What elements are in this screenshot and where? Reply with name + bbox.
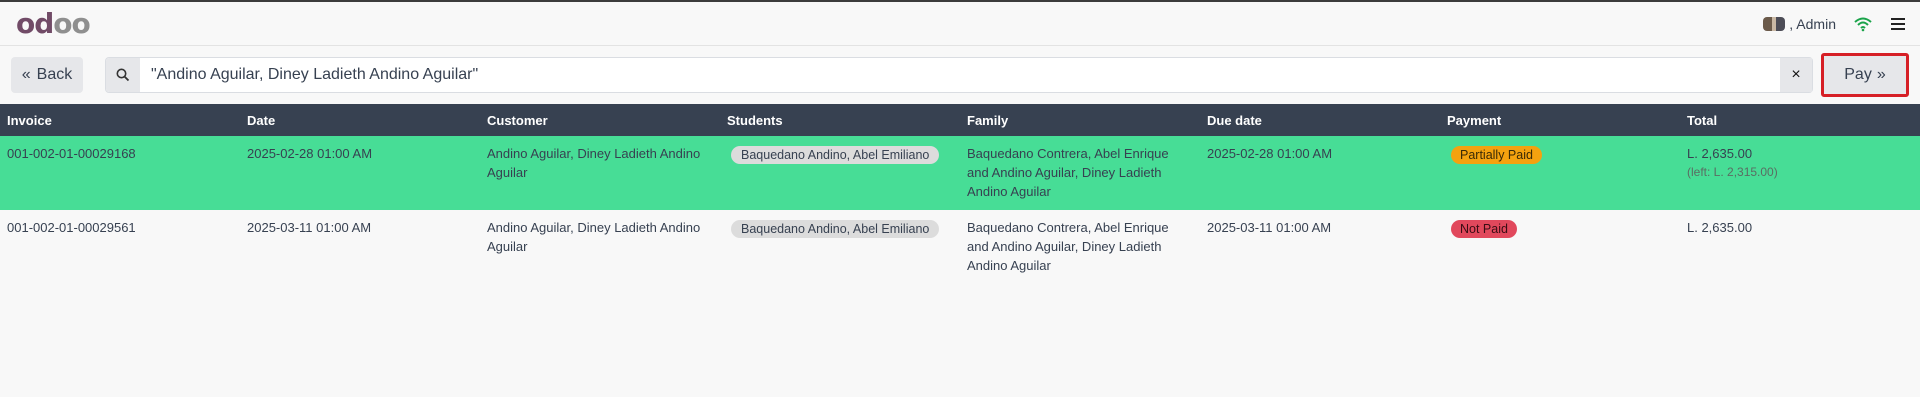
search-input[interactable]: "Andino Aguilar, Diney Ladieth Andino Ag… [140,66,1780,84]
student-tag: Baquedano Andino, Abel Emiliano [731,220,940,238]
col-invoice[interactable]: Invoice [0,104,240,136]
amount-left: (left: L. 2,315.00) [1687,165,1778,179]
total-cell: L. 2,635.00 [1680,210,1920,283]
payment-cell: Partially Paid [1440,136,1680,210]
wifi-icon [1854,17,1872,31]
user-name: , Admin [1789,15,1836,32]
search-icon[interactable] [106,58,140,92]
invoice-number: 001-002-01-00029168 [7,146,136,161]
col-payment[interactable]: Payment [1440,104,1680,136]
customer-name: Andino Aguilar, Diney Ladieth Andino Agu… [487,146,701,180]
col-total[interactable]: Total [1680,104,1920,136]
students-cell: Baquedano Andino, Abel Emiliano [720,210,960,283]
table-row[interactable]: 001-002-01-00029168 2025-02-28 01:00 AM … [0,136,1920,210]
total-amount: L. 2,635.00 [1687,220,1753,235]
avatar [1763,16,1786,31]
payment-cell: Not Paid [1440,210,1680,283]
logo-text-2: oo [53,7,90,40]
total-cell: L. 2,635.00 (left: L. 2,315.00) [1680,136,1920,210]
invoice-date: 2025-03-11 01:00 AM [247,220,372,235]
invoice-table: Invoice Date Customer Students Family Du… [0,104,1920,283]
col-customer[interactable]: Customer [480,104,720,136]
due-date: 2025-03-11 01:00 AM [1207,220,1332,235]
invoice-date: 2025-02-28 01:00 AM [247,146,373,161]
navbar-right: , Admin [1763,16,1906,32]
pay-label: Pay [1844,66,1872,83]
search-bar: "Andino Aguilar, Diney Ladieth Andino Ag… [105,57,1813,93]
col-due-date[interactable]: Due date [1200,104,1440,136]
logo-text-1: od [16,7,54,40]
payment-status-badge: Partially Paid [1451,146,1542,164]
double-chevron-left-icon: « [21,66,31,83]
hamburger-menu-icon[interactable] [1890,17,1906,31]
student-tag: Baquedano Andino, Abel Emiliano [731,146,940,164]
table-row[interactable]: 001-002-01-00029561 2025-03-11 01:00 AM … [0,210,1920,283]
col-date[interactable]: Date [240,104,480,136]
odoo-logo[interactable]: od oo [16,7,91,40]
invoice-number: 001-002-01-00029561 [7,220,136,235]
due-date: 2025-02-28 01:00 AM [1207,146,1333,161]
table-header: Invoice Date Customer Students Family Du… [0,104,1920,136]
family-names: Baquedano Contrera, Abel Enrique and And… [967,146,1169,199]
pay-button[interactable]: Pay » [1821,53,1909,97]
students-cell: Baquedano Andino, Abel Emiliano [720,136,960,210]
search-toolbar: « Back "Andino Aguilar, Diney Ladieth An… [0,46,1920,104]
customer-name: Andino Aguilar, Diney Ladieth Andino Agu… [487,220,701,254]
total-amount: L. 2,635.00 [1687,146,1753,161]
back-label: Back [36,66,73,83]
payment-status-badge: Not Paid [1451,220,1517,238]
col-family[interactable]: Family [960,104,1200,136]
clear-search-button[interactable]: × [1780,58,1812,92]
family-names: Baquedano Contrera, Abel Enrique and And… [967,220,1169,273]
top-navbar: od oo , Admin [0,2,1920,46]
back-button[interactable]: « Back [11,57,83,93]
col-students[interactable]: Students [720,104,960,136]
user-menu[interactable]: , Admin [1763,16,1836,32]
double-chevron-right-icon: » [1876,66,1886,83]
